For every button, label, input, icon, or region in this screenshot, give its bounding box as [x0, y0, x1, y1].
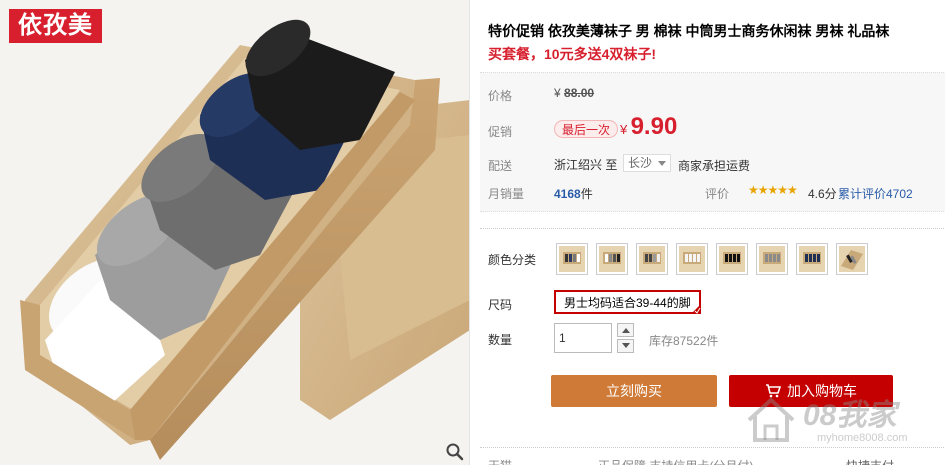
brand-logo: 依孜美 — [9, 9, 102, 43]
quantity-increase-button[interactable] — [617, 323, 634, 337]
product-image[interactable]: 依孜美 — [0, 0, 470, 465]
color-swatch-5[interactable] — [716, 243, 748, 275]
quantity-input[interactable]: 1 — [554, 323, 612, 353]
sales-count: 4168件 — [554, 185, 593, 202]
promo-currency: ¥ — [620, 122, 628, 137]
service-bar: 天猫 正品保障 支持信用卡(分月付) 快捷支付 — [480, 447, 945, 465]
color-swatch-7[interactable] — [796, 243, 828, 275]
star-rating-icon: ★★★★★ — [748, 183, 798, 197]
watermark-url: myhome8008.com — [817, 432, 908, 444]
size-label: 尺码 — [488, 298, 513, 312]
service-label: 天猫 — [488, 457, 512, 465]
check-icon — [690, 304, 701, 314]
ship-from: 浙江绍兴 至 — [554, 158, 618, 172]
sales-count-value: 4168 — [554, 187, 581, 201]
service-text: 正品保障 支持信用卡(分月付) — [598, 457, 753, 465]
color-swatch-4[interactable] — [676, 243, 708, 275]
color-swatch-8[interactable] — [836, 243, 868, 275]
chevron-up-icon — [621, 328, 630, 333]
watermark-text: 08我家 — [803, 399, 897, 432]
product-title: 特价促销 依孜美薄袜子 男 棉袜 中筒男士商务休闲袜 男袜 礼品袜 — [488, 23, 890, 39]
promo-badge: 最后一次 — [554, 120, 619, 138]
original-price: ¥ 88.00 — [554, 86, 594, 100]
buy-now-button[interactable]: 立刻购买 — [551, 375, 717, 407]
chevron-down-icon — [658, 161, 667, 166]
product-info-panel: 特价促销 依孜美薄袜子 男 棉袜 中筒男士商务休闲袜 男袜 礼品袜 买套餐，10… — [480, 0, 945, 465]
sock-box-illustration — [0, 0, 469, 465]
color-swatch-6[interactable] — [756, 243, 788, 275]
ship-to-value: 长沙 — [628, 156, 653, 170]
quantity-decrease-button[interactable] — [617, 339, 634, 353]
color-swatch-1[interactable] — [556, 243, 588, 275]
color-label: 颜色分类 — [488, 253, 537, 267]
sales-label: 月销量 — [488, 187, 525, 201]
shipping-note: 商家承担运费 — [678, 159, 751, 173]
zoom-icon[interactable] — [445, 442, 465, 462]
promo-text: 买套餐，10元多送4双袜子! — [488, 46, 657, 62]
site-watermark: 08我家 myhome8008.com — [743, 388, 943, 454]
price-label: 价格 — [488, 89, 513, 103]
promo-price: ¥ 9.90 — [620, 113, 677, 141]
quick-pay-text: 快捷支付 — [846, 457, 894, 465]
promo-price-value: 9.90 — [630, 113, 678, 140]
sales-unit: 件 — [580, 187, 593, 201]
chevron-down-icon — [621, 343, 630, 348]
quantity-label: 数量 — [488, 333, 513, 347]
stock-text: 库存87522件 — [649, 334, 719, 348]
house-logo-icon — [747, 397, 795, 442]
price-box: 价格 ¥ 88.00 促销 最后一次 ¥ 9.90 配送 浙江绍兴 至 长沙 商… — [480, 72, 945, 212]
ship-to-select[interactable]: 长沙 — [623, 154, 672, 172]
promo-label: 促销 — [488, 125, 513, 139]
color-swatch-3[interactable] — [636, 243, 668, 275]
shipping-label: 配送 — [488, 159, 513, 173]
rating-score: 4.6分 — [808, 187, 837, 201]
rating-label: 评价 — [705, 187, 730, 201]
original-price-value: 88.00 — [564, 86, 595, 100]
color-swatch-2[interactable] — [596, 243, 628, 275]
size-option-selected[interactable]: 男士均码适合39-44的脚 — [554, 290, 701, 314]
size-option-label: 男士均码适合39-44的脚 — [564, 296, 691, 310]
divider — [480, 228, 945, 229]
currency-symbol: ¥ — [554, 86, 561, 100]
review-count-link[interactable]: 累计评价4702 — [838, 185, 913, 202]
